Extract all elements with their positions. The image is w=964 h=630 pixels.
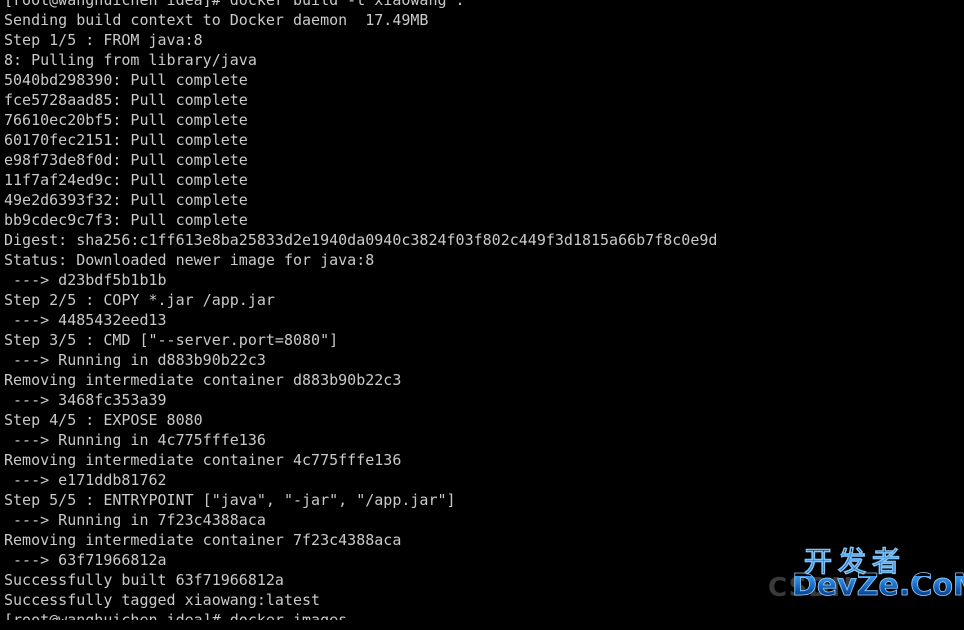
terminal-line: 49e2d6393f32: Pull complete [4,191,248,209]
terminal-line: Removing intermediate container 7f23c438… [4,531,402,549]
terminal-line: Step 3/5 : CMD ["--server.port=8080"] [4,331,339,349]
terminal-line-clipped-bottom: [root@wanghuichen idea]# docker images [4,611,348,620]
terminal-line: Removing intermediate container 4c775fff… [4,451,402,469]
terminal-line: Successfully tagged xiaowang:latest [4,591,321,609]
terminal-line: Sending build context to Docker daemon 1… [4,11,429,29]
terminal-line: [root@wanghuichen idea]# docker build -t… [4,0,465,9]
terminal-line: ---> 63f71966812a [4,551,167,569]
terminal-line: ---> 3468fc353a39 [4,391,167,409]
terminal-line: e98f73de8f0d: Pull complete [4,151,248,169]
terminal-line: fce5728aad85: Pull complete [4,91,248,109]
terminal-window[interactable]: Removing intermediate container 7f23c438… [0,0,964,630]
terminal-line: bb9cdec9c7f3: Pull complete [4,211,248,229]
terminal-line: ---> 4485432eed13 [4,311,167,329]
terminal-line: 5040bd298390: Pull complete [4,71,248,89]
terminal-line: Successfully built 63f71966812a [4,571,284,589]
terminal-line: ---> d23bdf5b1b1b [4,271,167,289]
terminal-line: ---> e171ddb81762 [4,471,167,489]
terminal-line: Step 1/5 : FROM java:8 [4,31,203,49]
terminal-line: 60170fec2151: Pull complete [4,131,248,149]
terminal-line: Step 2/5 : COPY *.jar /app.jar [4,291,275,309]
terminal-line: Digest: sha256:c1ff613e8ba25833d2e1940da… [4,231,718,249]
terminal-line: Step 4/5 : EXPOSE 8080 [4,411,203,429]
terminal-line: 8: Pulling from library/java [4,51,257,69]
terminal-line: Status: Downloaded newer image for java:… [4,251,375,269]
terminal-output: Removing intermediate container 7f23c438… [4,0,960,620]
terminal-line: 11f7af24ed9c: Pull complete [4,171,248,189]
terminal-line: Removing intermediate container d883b90b… [4,371,402,389]
terminal-line: ---> Running in 7f23c4388aca [4,511,266,529]
terminal-line: ---> Running in d883b90b22c3 [4,351,266,369]
terminal-line: Step 5/5 : ENTRYPOINT ["java", "-jar", "… [4,491,456,509]
terminal-line: 76610ec20bf5: Pull complete [4,111,248,129]
terminal-line: ---> Running in 4c775fffe136 [4,431,266,449]
